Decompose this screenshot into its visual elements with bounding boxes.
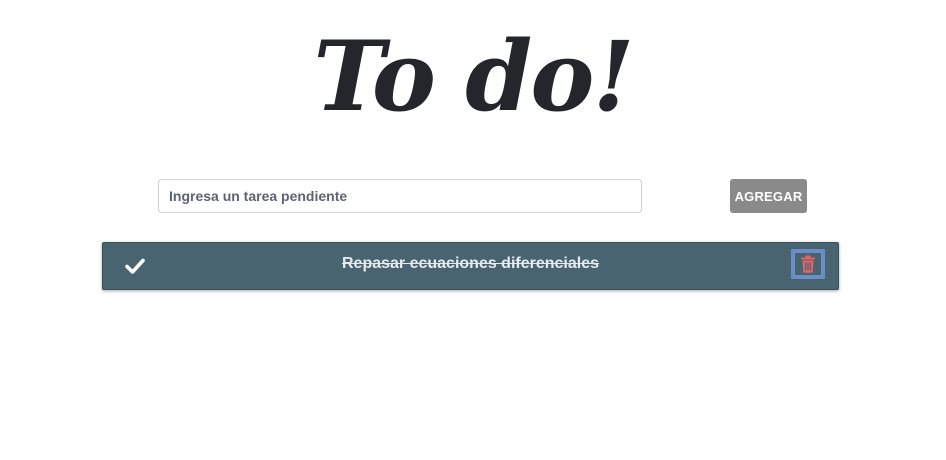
todo-list: Repasar ecuaciones diferenciales [102, 242, 839, 290]
task-input[interactable] [158, 179, 642, 213]
check-icon[interactable] [125, 257, 145, 275]
page-title: To do! [313, 20, 634, 133]
add-task-button[interactable]: AGREGAR [730, 179, 807, 213]
todo-item: Repasar ecuaciones diferenciales [102, 242, 839, 290]
delete-task-button[interactable] [791, 249, 825, 279]
todo-item-text: Repasar ecuaciones diferenciales [341, 255, 600, 272]
trash-icon [800, 255, 816, 273]
todo-app: To do! AGREGAR Repasar ecuaciones difere… [0, 0, 946, 460]
